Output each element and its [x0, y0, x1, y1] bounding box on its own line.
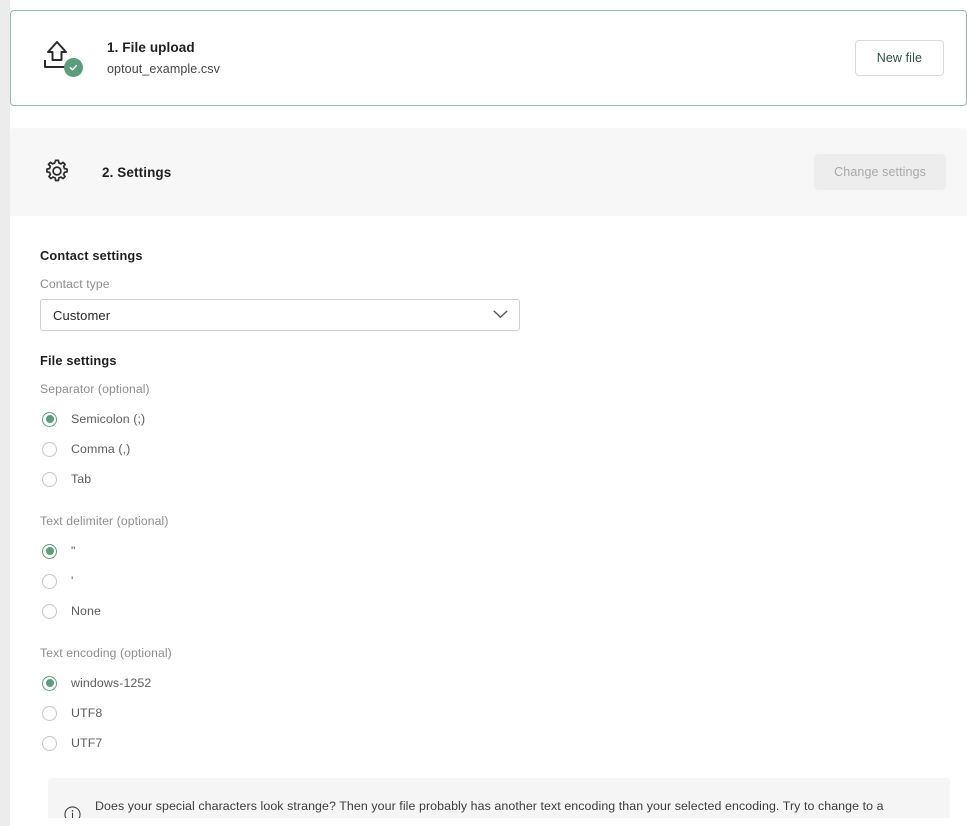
settings-card: 2. Settings Change settings Contact sett…: [10, 128, 967, 818]
radio-delimiter-none[interactable]: None: [40, 596, 939, 626]
check-circle-icon: [64, 58, 83, 77]
text-encoding-radio-group: windows-1252 UTF8 UTF7: [40, 668, 939, 758]
radio-label: Tab: [71, 472, 92, 486]
radio-label: None: [71, 604, 102, 618]
change-settings-button[interactable]: Change settings: [814, 154, 946, 190]
page-root: 1. File upload optout_example.csv New fi…: [0, 0, 967, 826]
radio-mark: [42, 441, 57, 457]
radio-mark: [42, 543, 57, 559]
encoding-info-text: Does your special characters look strang…: [95, 799, 884, 813]
radio-separator-tab[interactable]: Tab: [40, 464, 939, 494]
radio-separator-semicolon[interactable]: Semicolon (;): [40, 404, 939, 434]
radio-label: windows-1252: [71, 676, 152, 690]
radio-encoding-utf8[interactable]: UTF8: [40, 698, 939, 728]
left-rail: [0, 0, 10, 826]
radio-separator-comma[interactable]: Comma (,): [40, 434, 939, 464]
contact-type-select[interactable]: Customer: [40, 299, 520, 331]
radio-dot: [45, 415, 54, 423]
encoding-info-note: Does your special characters look strang…: [48, 778, 950, 818]
radio-mark: [42, 705, 57, 721]
new-file-button[interactable]: New file: [854, 40, 944, 76]
contact-type-label: Contact type: [40, 277, 110, 291]
file-upload-text: 1. File upload optout_example.csv: [107, 40, 855, 76]
radio-mark: [42, 603, 57, 619]
file-settings-heading: File settings: [40, 353, 117, 368]
radio-label: Comma (,): [71, 442, 131, 456]
radio-mark: [42, 675, 57, 691]
info-circle-icon: [64, 806, 81, 818]
uploaded-file-name: optout_example.csv: [107, 62, 220, 76]
radio-label: UTF8: [71, 706, 103, 720]
gear-icon: [44, 158, 72, 186]
upload-icon: [39, 38, 83, 78]
radio-label: UTF7: [71, 736, 103, 750]
text-delimiter-label: Text delimiter (optional): [40, 514, 169, 528]
radio-delimiter-single-quote[interactable]: ': [40, 566, 939, 596]
radio-delimiter-double-quote[interactable]: ": [40, 536, 939, 566]
radio-dot: [45, 679, 54, 687]
text-delimiter-radio-group: " ' None: [40, 536, 939, 626]
file-upload-card: 1. File upload optout_example.csv New fi…: [10, 10, 967, 106]
settings-card-header: 2. Settings Change settings: [10, 128, 967, 216]
settings-title: 2. Settings: [102, 164, 172, 180]
radio-mark: [42, 573, 57, 589]
radio-label: Semicolon (;): [71, 412, 146, 426]
radio-encoding-windows-1252[interactable]: windows-1252: [40, 668, 939, 698]
radio-mark: [42, 735, 57, 751]
contact-type-value: Customer: [53, 307, 111, 323]
separator-radio-group: Semicolon (;) Comma (,) Tab: [40, 404, 939, 494]
radio-mark: [42, 471, 57, 487]
contact-type-select-wrap: Customer: [40, 299, 520, 331]
separator-label: Separator (optional): [40, 382, 150, 396]
file-upload-title: 1. File upload: [107, 40, 195, 55]
radio-label: ": [71, 544, 76, 558]
contact-settings-heading: Contact settings: [40, 248, 143, 263]
settings-body: Contact settings Contact type Customer F…: [10, 216, 967, 818]
radio-label: ': [71, 574, 74, 588]
radio-dot: [45, 547, 54, 555]
radio-mark: [42, 411, 57, 427]
radio-encoding-utf7[interactable]: UTF7: [40, 728, 939, 758]
text-encoding-label: Text encoding (optional): [40, 646, 172, 660]
